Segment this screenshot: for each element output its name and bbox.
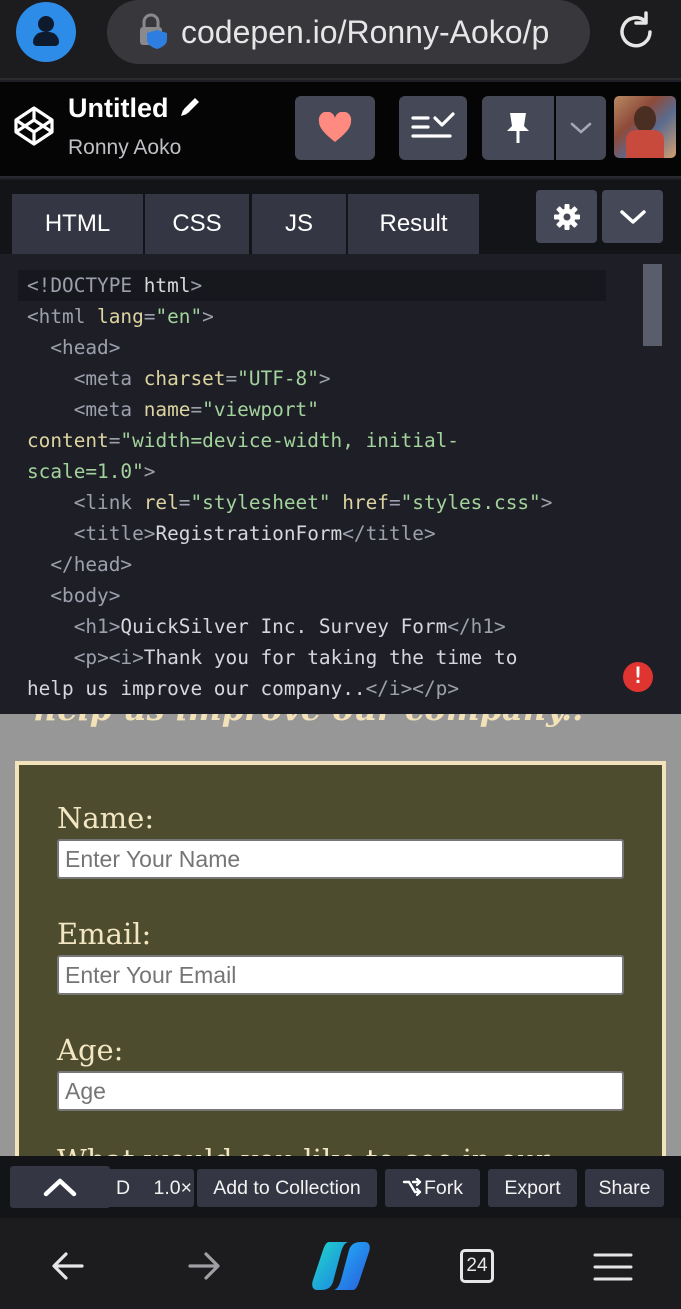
survey-form: Name: Email: Age: What would you like to… — [15, 761, 666, 1156]
chevron-down-icon — [619, 209, 646, 224]
html-code-editor[interactable]: <!DOCTYPE html> <html lang="en"> <head> <… — [0, 254, 681, 714]
expand-console-button[interactable] — [10, 1166, 110, 1208]
delay-zoom-button[interactable]: D 1.0× — [106, 1169, 194, 1207]
code-line[interactable]: <p><i>Thank you for taking the time to — [27, 642, 552, 673]
lock-shield-icon — [140, 13, 167, 49]
code-line[interactable]: <!DOCTYPE html> — [27, 270, 552, 301]
tab-css[interactable]: CSS — [145, 194, 249, 254]
editor-scrollbar[interactable] — [643, 264, 662, 346]
menu-icon[interactable] — [593, 1252, 633, 1282]
like-button[interactable] — [295, 96, 375, 160]
editor-collapse-button[interactable] — [602, 190, 663, 243]
pin-icon — [507, 113, 529, 143]
email-input[interactable] — [57, 955, 624, 995]
pen-author[interactable]: Ronny Aoko — [68, 134, 181, 162]
fork-label: Fork — [424, 1177, 463, 1199]
preview-subtitle-cut: help us improve our company.. — [34, 714, 583, 728]
share-button[interactable]: Share — [585, 1169, 664, 1207]
code-line[interactable]: help us improve our company..</i></p> — [27, 673, 552, 704]
code-line[interactable]: </head> — [27, 549, 552, 580]
add-to-collection-button[interactable]: Add to Collection — [197, 1169, 377, 1207]
pin-button[interactable] — [482, 96, 554, 160]
codepen-logo-icon[interactable] — [12, 104, 56, 148]
code-content[interactable]: <!DOCTYPE html> <html lang="en"> <head> <… — [27, 270, 552, 704]
code-line[interactable]: <link rel="stylesheet" href="styles.css"… — [27, 487, 553, 518]
tab-result[interactable]: Result — [348, 194, 479, 254]
code-line[interactable]: <html lang="en"> — [27, 301, 552, 332]
code-line[interactable]: <meta charset="UTF-8"> — [27, 363, 552, 394]
browser-bottom-nav: 24 — [0, 1218, 681, 1309]
browser-address-bar: codepen.io/Ronny-Aoko/p — [0, 0, 681, 80]
code-line[interactable]: <title>RegistrationForm</title> — [27, 518, 552, 549]
chevron-up-icon — [43, 1178, 77, 1197]
code-line[interactable]: <head> — [27, 332, 552, 363]
code-line[interactable]: <h1>QuickSilver Inc. Survey Form</h1> — [27, 611, 552, 642]
chevron-down-icon — [570, 122, 592, 134]
code-line[interactable]: scale=1.0"> — [27, 456, 552, 487]
code-line[interactable]: content="width=device-width, initial- — [27, 425, 552, 456]
heart-icon — [318, 112, 352, 142]
fork-icon — [402, 1177, 422, 1197]
fork-button[interactable]: Fork — [385, 1169, 480, 1207]
pen-title[interactable]: Untitled — [68, 92, 169, 124]
tab-js[interactable]: JS — [252, 194, 346, 254]
code-line[interactable]: <body> — [27, 580, 552, 611]
copilot-icon[interactable] — [311, 1240, 371, 1292]
email-label: Email: — [57, 917, 152, 951]
name-input[interactable] — [57, 839, 624, 879]
pin-dropdown-button[interactable] — [556, 96, 606, 160]
reload-icon[interactable] — [612, 8, 660, 56]
editor-settings-button[interactable] — [536, 190, 597, 243]
age-input[interactable] — [57, 1071, 624, 1111]
url-text: codepen.io/Ronny-Aoko/p — [181, 14, 550, 50]
code-line[interactable]: <meta name="viewport" — [27, 394, 552, 425]
age-label: Age: — [57, 1033, 124, 1067]
tab-count-icon[interactable]: 24 — [460, 1249, 494, 1283]
pen-header: Untitled Ronny Aoko — [0, 82, 681, 178]
next-question-label: What would you like to see in our — [57, 1143, 550, 1156]
change-view-button[interactable] — [399, 96, 467, 160]
user-avatar[interactable] — [614, 96, 676, 158]
result-preview: help us improve our company.. Name: Emai… — [0, 714, 681, 1156]
error-indicator-icon[interactable]: ! — [623, 662, 653, 692]
export-button[interactable]: Export — [488, 1169, 577, 1207]
pen-footer-toolbar: D 1.0× Add to Collection Fork Export Sha… — [0, 1156, 681, 1218]
gear-icon — [553, 203, 580, 230]
back-arrow-icon[interactable] — [50, 1251, 86, 1281]
url-field[interactable]: codepen.io/Ronny-Aoko/p — [107, 0, 590, 64]
pencil-icon[interactable] — [177, 94, 203, 120]
name-label: Name: — [57, 801, 155, 835]
account-icon[interactable] — [16, 2, 76, 62]
editor-tab-bar: HTML CSS JS Result — [0, 180, 681, 254]
forward-arrow-icon[interactable] — [186, 1251, 222, 1281]
delay-label: D — [116, 1177, 131, 1199]
zoom-level: 1.0× — [153, 1177, 193, 1199]
layout-list-icon — [411, 112, 455, 138]
tab-html[interactable]: HTML — [12, 194, 143, 254]
